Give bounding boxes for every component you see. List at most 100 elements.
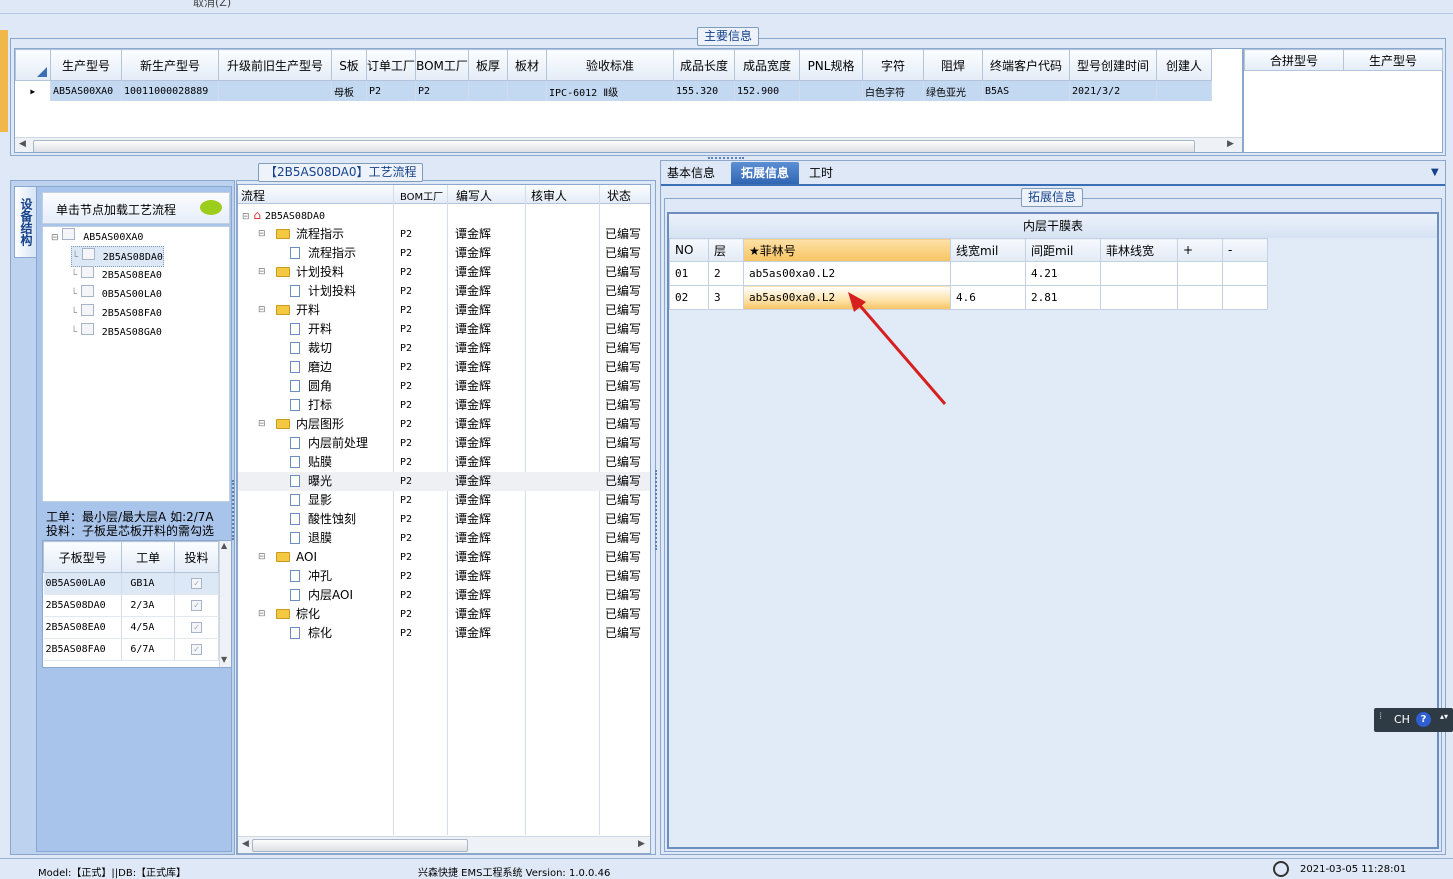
collapse-icon[interactable]: ⊟ (258, 415, 266, 434)
flow-hscroll-thumb[interactable] (252, 839, 468, 852)
main-cell[interactable] (799, 80, 864, 101)
main-col-header[interactable]: 订单工厂 (365, 49, 417, 81)
collapse-icon[interactable]: ⊟ (51, 233, 59, 243)
tree-checkbox-icon[interactable] (80, 266, 94, 278)
flow-tree-row[interactable]: 圆角 P2 谭金辉 已编写 (238, 377, 650, 396)
tab-extended-info[interactable]: 拓展信息 (731, 162, 799, 184)
tree-child-node[interactable]: └ 2B5AS08GA0 (71, 322, 162, 341)
table-row[interactable]: 2B5AS08DA0 2/3A ✓ (43, 594, 220, 617)
film-cell[interactable] (1100, 285, 1178, 310)
table-row[interactable]: 01 2 ab5as00xa0.L2 4.21 (669, 261, 1268, 286)
flow-col-writer[interactable]: 编写人 (456, 187, 492, 204)
ime-menu-icon[interactable]: ▴▾ (1440, 712, 1448, 721)
main-cell[interactable] (468, 80, 509, 101)
main-col-header[interactable]: PNL规格 (799, 49, 864, 81)
flow-tree-row[interactable]: 计划投料 P2 谭金辉 已编写 (238, 282, 650, 301)
sub-col-header[interactable]: 子板型号 (43, 541, 123, 573)
main-col-header[interactable]: 终端客户代码 (982, 49, 1071, 81)
main-col-header[interactable]: 板材 (507, 49, 548, 81)
main-col-header[interactable]: 新生产型号 (121, 49, 219, 81)
flow-hscrollbar[interactable]: ◀ ▶ (238, 836, 650, 853)
main-info-hscrollbar[interactable]: ◀ ▶ (15, 137, 1242, 152)
collapse-icon[interactable]: ⊟ (258, 263, 266, 282)
tree-checkbox-icon[interactable] (80, 323, 94, 335)
film-col-film-line-width[interactable]: 菲林线宽 (1100, 238, 1178, 262)
main-col-header[interactable]: S板 (331, 49, 367, 81)
grid-corner-cell[interactable] (15, 49, 51, 81)
film-cell[interactable]: 2.81 (1025, 285, 1101, 310)
flow-tree-row[interactable]: 贴膜 P2 谭金辉 已编写 (238, 453, 650, 472)
film-cell[interactable]: 01 (669, 261, 709, 286)
flow-tree-row[interactable]: ⊟ 棕化 P2 谭金辉 已编写 (238, 605, 650, 624)
main-cell[interactable] (1156, 80, 1213, 101)
main-col-header[interactable]: 成品长度 (673, 49, 736, 81)
collapse-icon[interactable]: ⊟ (242, 212, 250, 222)
film-cell[interactable] (1222, 261, 1268, 286)
sub-grid-vscrollbar[interactable]: ▲ ▼ (219, 541, 231, 667)
main-cell[interactable]: 绿色亚光 (923, 80, 984, 101)
main-cell[interactable]: 母板 (331, 80, 367, 101)
main-col-header[interactable]: 升级前旧生产型号 (218, 49, 332, 81)
tab-menu-dropdown-icon[interactable]: ▼ (1431, 162, 1439, 184)
sub-order-cell[interactable]: GB1A (121, 572, 175, 595)
tab-basic-info[interactable]: 基本信息 (667, 162, 715, 184)
tree-child-node[interactable]: └ 2B5AS08FA0 (71, 303, 162, 322)
flow-tree-row[interactable]: 流程指示 P2 谭金辉 已编写 (238, 244, 650, 263)
sub-feed-cell[interactable]: ✓ (174, 572, 220, 595)
sub-order-cell[interactable]: 4/5A (121, 616, 175, 639)
film-cell[interactable]: 4.21 (1025, 261, 1101, 286)
main-cell[interactable]: 10011000028889 (121, 80, 219, 101)
tree-child-node[interactable]: └ 2B5AS08DA0 (71, 246, 164, 267)
scroll-right-arrow-icon[interactable]: ▶ (1227, 139, 1234, 149)
film-cell[interactable] (950, 261, 1026, 286)
scroll-right-arrow-icon[interactable]: ▶ (638, 839, 645, 849)
flow-tree-row[interactable]: 内层AOI P2 谭金辉 已编写 (238, 586, 650, 605)
main-col-header[interactable]: 型号创建时间 (1069, 49, 1158, 81)
main-cell[interactable]: 155.320 (673, 80, 736, 101)
help-icon[interactable]: ? (1416, 712, 1431, 727)
left-splitter-grip[interactable] (232, 480, 235, 540)
flow-tree-row[interactable]: 退膜 P2 谭金辉 已编写 (238, 529, 650, 548)
flow-tree-row[interactable]: ⊟ 内层图形 P2 谭金辉 已编写 (238, 415, 650, 434)
tree-checkbox-icon[interactable] (80, 285, 94, 297)
flow-tree-row[interactable]: 冲孔 P2 谭金辉 已编写 (238, 567, 650, 586)
main-cell[interactable]: AB5AS00XA0 (50, 80, 122, 101)
tab-work-hours[interactable]: 工时 (809, 162, 833, 184)
main-cell[interactable]: P2 (366, 80, 417, 101)
tree-checkbox-icon[interactable] (62, 228, 76, 240)
sub-model-cell[interactable]: 2B5AS08FA0 (43, 638, 123, 661)
main-col-header[interactable]: BOM工厂 (415, 49, 470, 81)
sub-feed-cell[interactable]: ✓ (174, 638, 220, 661)
flow-tree-row[interactable]: ⊟ 计划投料 P2 谭金辉 已编写 (238, 263, 650, 282)
main-info-hscroll-thumb[interactable] (33, 140, 1195, 152)
ime-indicator[interactable]: ⁞ CH ? ▴▾ (1374, 708, 1453, 732)
table-row[interactable]: 02 3 ab5as00xa0.L2 4.6 2.81 (669, 285, 1268, 310)
tree-checkbox-icon[interactable] (80, 304, 94, 316)
flow-tree-row[interactable]: 显影 P2 谭金辉 已编写 (238, 491, 650, 510)
sub-model-cell[interactable]: 0B5AS00LA0 (43, 572, 123, 595)
feed-checkbox-icon[interactable]: ✓ (190, 644, 202, 655)
film-col-remove[interactable]: - (1222, 238, 1268, 262)
feed-checkbox-icon[interactable]: ✓ (190, 622, 202, 633)
main-col-header[interactable]: 成品宽度 (734, 49, 801, 81)
main-cell[interactable] (507, 80, 548, 101)
flow-tree-row[interactable]: ⊟ 流程指示 P2 谭金辉 已编写 (238, 225, 650, 244)
film-col-spacing[interactable]: 间距mil (1025, 238, 1101, 262)
sub-model-cell[interactable]: 2B5AS08EA0 (43, 616, 123, 639)
flow-tree-row[interactable]: 磨边 P2 谭金辉 已编写 (238, 358, 650, 377)
film-col-line-width[interactable]: 线宽mil (950, 238, 1026, 262)
flow-tree-row[interactable]: 内层前处理 P2 谭金辉 已编写 (238, 434, 650, 453)
sub-col-header[interactable]: 工单 (121, 541, 175, 573)
feed-checkbox-icon[interactable]: ✓ (190, 578, 202, 589)
main-col-header[interactable]: 阻焊 (923, 49, 984, 81)
main-cell[interactable]: 2021/3/2 (1069, 80, 1158, 101)
sub-order-cell[interactable]: 2/3A (121, 594, 175, 617)
main-col-header[interactable]: 板厚 (468, 49, 509, 81)
film-cell[interactable]: ab5as00xa0.L2 (743, 261, 951, 286)
table-row[interactable]: 2B5AS08EA0 4/5A ✓ (43, 616, 220, 639)
sub-col-header[interactable]: 投料 (173, 541, 220, 573)
table-row[interactable]: 2B5AS08FA0 6/7A ✓ (43, 638, 220, 661)
flow-tree-row[interactable]: ⊟ AOI P2 谭金辉 已编写 (238, 548, 650, 567)
flow-tree-row[interactable]: 棕化 P2 谭金辉 已编写 (238, 624, 650, 643)
scroll-left-arrow-icon[interactable]: ◀ (19, 139, 26, 149)
